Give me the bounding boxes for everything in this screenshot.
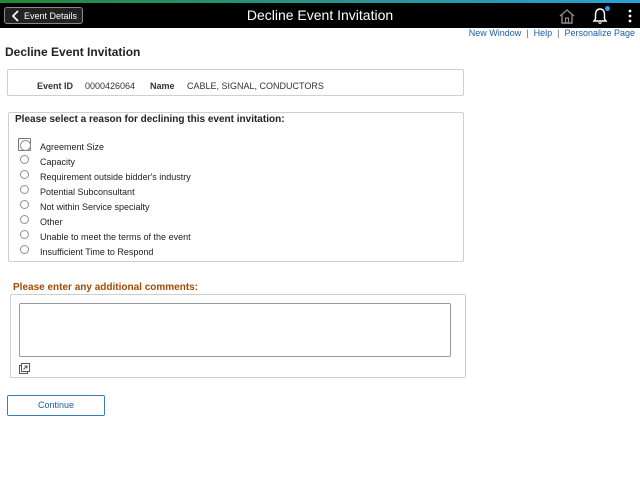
decline-reason-heading: Please select a reason for declining thi…	[15, 114, 285, 125]
comments-textarea[interactable]	[19, 303, 451, 357]
decline-reason-group: Please select a reason for declining thi…	[8, 112, 464, 262]
reason-radio[interactable]	[20, 245, 29, 254]
event-info-box: Event ID 0000426064 Name CABLE, SIGNAL, …	[7, 69, 464, 96]
menu-icon[interactable]	[628, 9, 632, 23]
reason-radio[interactable]	[20, 155, 29, 164]
reason-option-label: Other	[40, 217, 63, 227]
reason-option-label: Capacity	[40, 157, 76, 167]
event-name-value: CABLE, SIGNAL, CONDUCTORS	[187, 81, 324, 91]
reason-option[interactable]: Agreement Size	[9, 138, 449, 154]
comments-label: Please enter any additional comments:	[13, 282, 199, 293]
reason-option[interactable]: Insufficient Time to Respond	[9, 245, 449, 259]
reason-option-label: Agreement Size	[40, 142, 105, 152]
event-id-value: 0000426064	[85, 81, 136, 91]
home-icon[interactable]	[558, 8, 576, 24]
reason-radio[interactable]	[20, 170, 29, 179]
header-bar: Event Details Decline Event Invitation	[0, 3, 640, 28]
reason-option[interactable]: Potential Subconsultant	[9, 185, 449, 199]
new-window-link[interactable]: New Window	[469, 28, 522, 38]
event-id-label: Event ID	[37, 81, 74, 91]
page-title: Decline Event Invitation	[5, 45, 141, 59]
toolbar-links: New Window | Help | Personalize Page	[469, 28, 635, 38]
reason-radio[interactable]	[20, 230, 29, 239]
link-separator: |	[526, 28, 529, 38]
event-name-label: Name	[150, 81, 175, 91]
reason-option-label: Potential Subconsultant	[40, 187, 135, 197]
reason-option[interactable]: Other	[9, 215, 449, 229]
personalize-page-link[interactable]: Personalize Page	[564, 28, 635, 38]
reason-radio[interactable]	[20, 215, 29, 224]
reason-option[interactable]: Not within Service specialty	[9, 200, 449, 214]
help-link[interactable]: Help	[534, 28, 553, 38]
reason-option[interactable]: Unable to meet the terms of the event	[9, 230, 449, 244]
reason-option-label: Requirement outside bidder's industry	[40, 172, 191, 182]
reason-option[interactable]: Requirement outside bidder's industry	[9, 170, 449, 184]
reason-option-label: Insufficient Time to Respond	[40, 247, 154, 257]
reason-radio[interactable]	[18, 138, 31, 151]
reason-radio[interactable]	[20, 200, 29, 209]
reason-option-label: Unable to meet the terms of the event	[40, 232, 191, 242]
expand-textarea-icon[interactable]	[19, 363, 30, 374]
reason-radio[interactable]	[20, 185, 29, 194]
comments-box	[10, 294, 466, 378]
continue-button[interactable]: Continue	[7, 395, 105, 416]
link-separator: |	[557, 28, 560, 38]
reason-option[interactable]: Capacity	[9, 155, 449, 169]
notification-badge-dot	[605, 6, 610, 11]
header-title: Decline Event Invitation	[246, 7, 394, 23]
reason-option-label: Not within Service specialty	[40, 202, 150, 212]
